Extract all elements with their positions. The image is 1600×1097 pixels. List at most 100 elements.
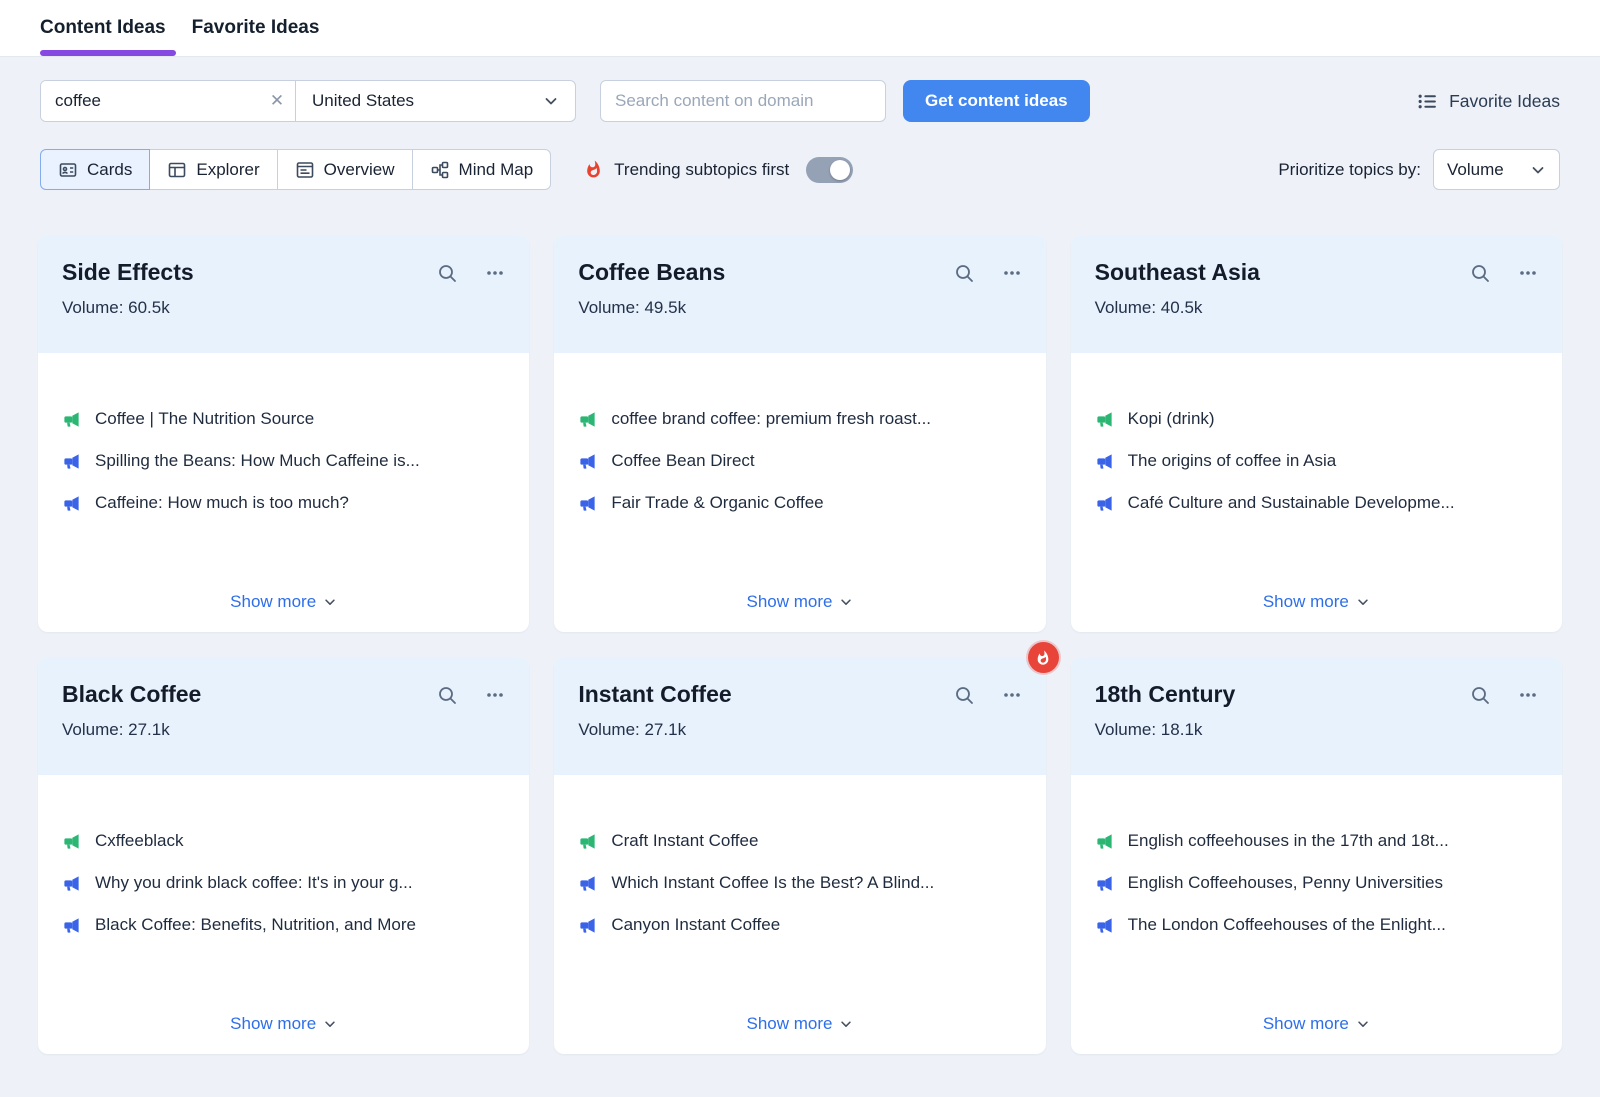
mindmap-view-icon (430, 160, 450, 180)
view-explorer-button[interactable]: Explorer (149, 149, 277, 190)
topic-cards-grid: Side Effects Volume: 60.5k Coffee | The … (0, 190, 1600, 1054)
controls-section: ✕ United States Get content ideas Favori… (0, 57, 1600, 190)
headline-text: Why you drink black coffee: It's in your… (95, 873, 413, 893)
tab-content-ideas[interactable]: Content Ideas (40, 0, 166, 56)
view-overview-button[interactable]: Overview (277, 149, 413, 190)
headline-item[interactable]: Cxffeeblack (62, 831, 505, 851)
card-header: Instant Coffee Volume: 27.1k (554, 657, 1045, 775)
headline-item[interactable]: Fair Trade & Organic Coffee (578, 493, 1021, 513)
megaphone-icon (62, 832, 81, 851)
chevron-down-icon (1356, 1017, 1370, 1031)
show-more-button[interactable]: Show more (747, 592, 854, 612)
view-cards-label: Cards (87, 160, 132, 180)
megaphone-icon (62, 874, 81, 893)
headline-item[interactable]: The London Coffeehouses of the Enlight..… (1095, 915, 1538, 935)
show-more-button[interactable]: Show more (1263, 592, 1370, 612)
trending-label: Trending subtopics first (614, 160, 789, 180)
headline-item[interactable]: Coffee Bean Direct (578, 451, 1021, 471)
headline-item[interactable]: Café Culture and Sustainable Developme..… (1095, 493, 1538, 513)
card-header: 18th Century Volume: 18.1k (1071, 657, 1562, 775)
chevron-down-icon (543, 93, 559, 109)
more-options-icon[interactable] (485, 685, 505, 705)
clear-keyword-icon[interactable]: ✕ (259, 81, 295, 121)
search-icon[interactable] (1470, 685, 1490, 705)
megaphone-icon (62, 916, 81, 935)
country-select-value: United States (312, 91, 414, 111)
headline-item[interactable]: Spilling the Beans: How Much Caffeine is… (62, 451, 505, 471)
headline-item[interactable]: Canyon Instant Coffee (578, 915, 1021, 935)
headline-item[interactable]: English coffeehouses in the 17th and 18t… (1095, 831, 1538, 851)
headline-text: English coffeehouses in the 17th and 18t… (1128, 831, 1449, 851)
search-icon[interactable] (954, 263, 974, 283)
view-mindmap-button[interactable]: Mind Map (412, 149, 552, 190)
megaphone-icon (578, 494, 597, 513)
domain-search-input[interactable] (600, 80, 886, 122)
topic-card-instant-coffee: Instant Coffee Volume: 27.1k Craft Insta… (554, 657, 1045, 1054)
search-icon[interactable] (437, 685, 457, 705)
show-more-label: Show more (230, 592, 316, 612)
show-more-button[interactable]: Show more (230, 1014, 337, 1034)
trending-control: Trending subtopics first (584, 157, 853, 183)
megaphone-icon (1095, 916, 1114, 935)
chevron-down-icon (323, 1017, 337, 1031)
card-body: English coffeehouses in the 17th and 18t… (1071, 775, 1562, 1054)
show-more-label: Show more (1263, 1014, 1349, 1034)
headline-item[interactable]: Black Coffee: Benefits, Nutrition, and M… (62, 915, 505, 935)
search-icon[interactable] (437, 263, 457, 283)
more-options-icon[interactable] (1002, 263, 1022, 283)
show-more-button[interactable]: Show more (747, 1014, 854, 1034)
prioritize-select[interactable]: Volume (1433, 149, 1560, 190)
table-view-icon (167, 160, 187, 180)
more-options-icon[interactable] (485, 263, 505, 283)
country-select[interactable]: United States (295, 81, 575, 121)
search-icon[interactable] (954, 685, 974, 705)
card-title: Coffee Beans (578, 259, 925, 286)
headline-item[interactable]: English Coffeehouses, Penny Universities (1095, 873, 1538, 893)
list-icon (1417, 91, 1438, 112)
tab-favorite-ideas[interactable]: Favorite Ideas (192, 0, 320, 56)
show-more-label: Show more (747, 592, 833, 612)
card-volume: Volume: 60.5k (62, 298, 505, 318)
show-more-button[interactable]: Show more (1263, 1014, 1370, 1034)
headline-text: coffee brand coffee: premium fresh roast… (611, 409, 931, 429)
view-mindmap-label: Mind Map (459, 160, 534, 180)
show-more-label: Show more (1263, 592, 1349, 612)
chevron-down-icon (839, 595, 853, 609)
search-icon[interactable] (1470, 263, 1490, 283)
more-options-icon[interactable] (1002, 685, 1022, 705)
trending-toggle[interactable] (806, 157, 853, 183)
view-toolbar-row: Cards Explorer Overview Mind Map Trendin… (40, 149, 1560, 190)
card-body: Coffee | The Nutrition Source Spilling t… (38, 353, 529, 632)
keyword-input[interactable] (41, 81, 259, 121)
headline-item[interactable]: Kopi (drink) (1095, 409, 1538, 429)
headline-item[interactable]: coffee brand coffee: premium fresh roast… (578, 409, 1021, 429)
view-cards-button[interactable]: Cards (40, 149, 150, 190)
headline-text: Black Coffee: Benefits, Nutrition, and M… (95, 915, 416, 935)
flame-icon (584, 160, 603, 179)
headline-item[interactable]: Caffeine: How much is too much? (62, 493, 505, 513)
headline-text: Canyon Instant Coffee (611, 915, 780, 935)
prioritize-label: Prioritize topics by: (1278, 160, 1421, 180)
topic-card-coffee-beans: Coffee Beans Volume: 49.5k coffee brand … (554, 235, 1045, 632)
headline-text: Fair Trade & Organic Coffee (611, 493, 823, 513)
headline-text: The London Coffeehouses of the Enlight..… (1128, 915, 1446, 935)
chevron-down-icon (1530, 162, 1546, 178)
headline-item[interactable]: Coffee | The Nutrition Source (62, 409, 505, 429)
show-more-button[interactable]: Show more (230, 592, 337, 612)
get-content-ideas-button[interactable]: Get content ideas (903, 80, 1090, 122)
headline-item[interactable]: The origins of coffee in Asia (1095, 451, 1538, 471)
megaphone-icon (578, 832, 597, 851)
headline-item[interactable]: Which Instant Coffee Is the Best? A Blin… (578, 873, 1021, 893)
headline-text: Spilling the Beans: How Much Caffeine is… (95, 451, 420, 471)
favorite-ideas-link[interactable]: Favorite Ideas (1417, 91, 1560, 112)
more-options-icon[interactable] (1518, 685, 1538, 705)
headline-item[interactable]: Craft Instant Coffee (578, 831, 1021, 851)
card-header: Black Coffee Volume: 27.1k (38, 657, 529, 775)
headline-item[interactable]: Why you drink black coffee: It's in your… (62, 873, 505, 893)
megaphone-icon (1095, 452, 1114, 471)
card-title: Instant Coffee (578, 681, 925, 708)
card-header: Coffee Beans Volume: 49.5k (554, 235, 1045, 353)
chevron-down-icon (839, 1017, 853, 1031)
chevron-down-icon (1356, 595, 1370, 609)
more-options-icon[interactable] (1518, 263, 1538, 283)
